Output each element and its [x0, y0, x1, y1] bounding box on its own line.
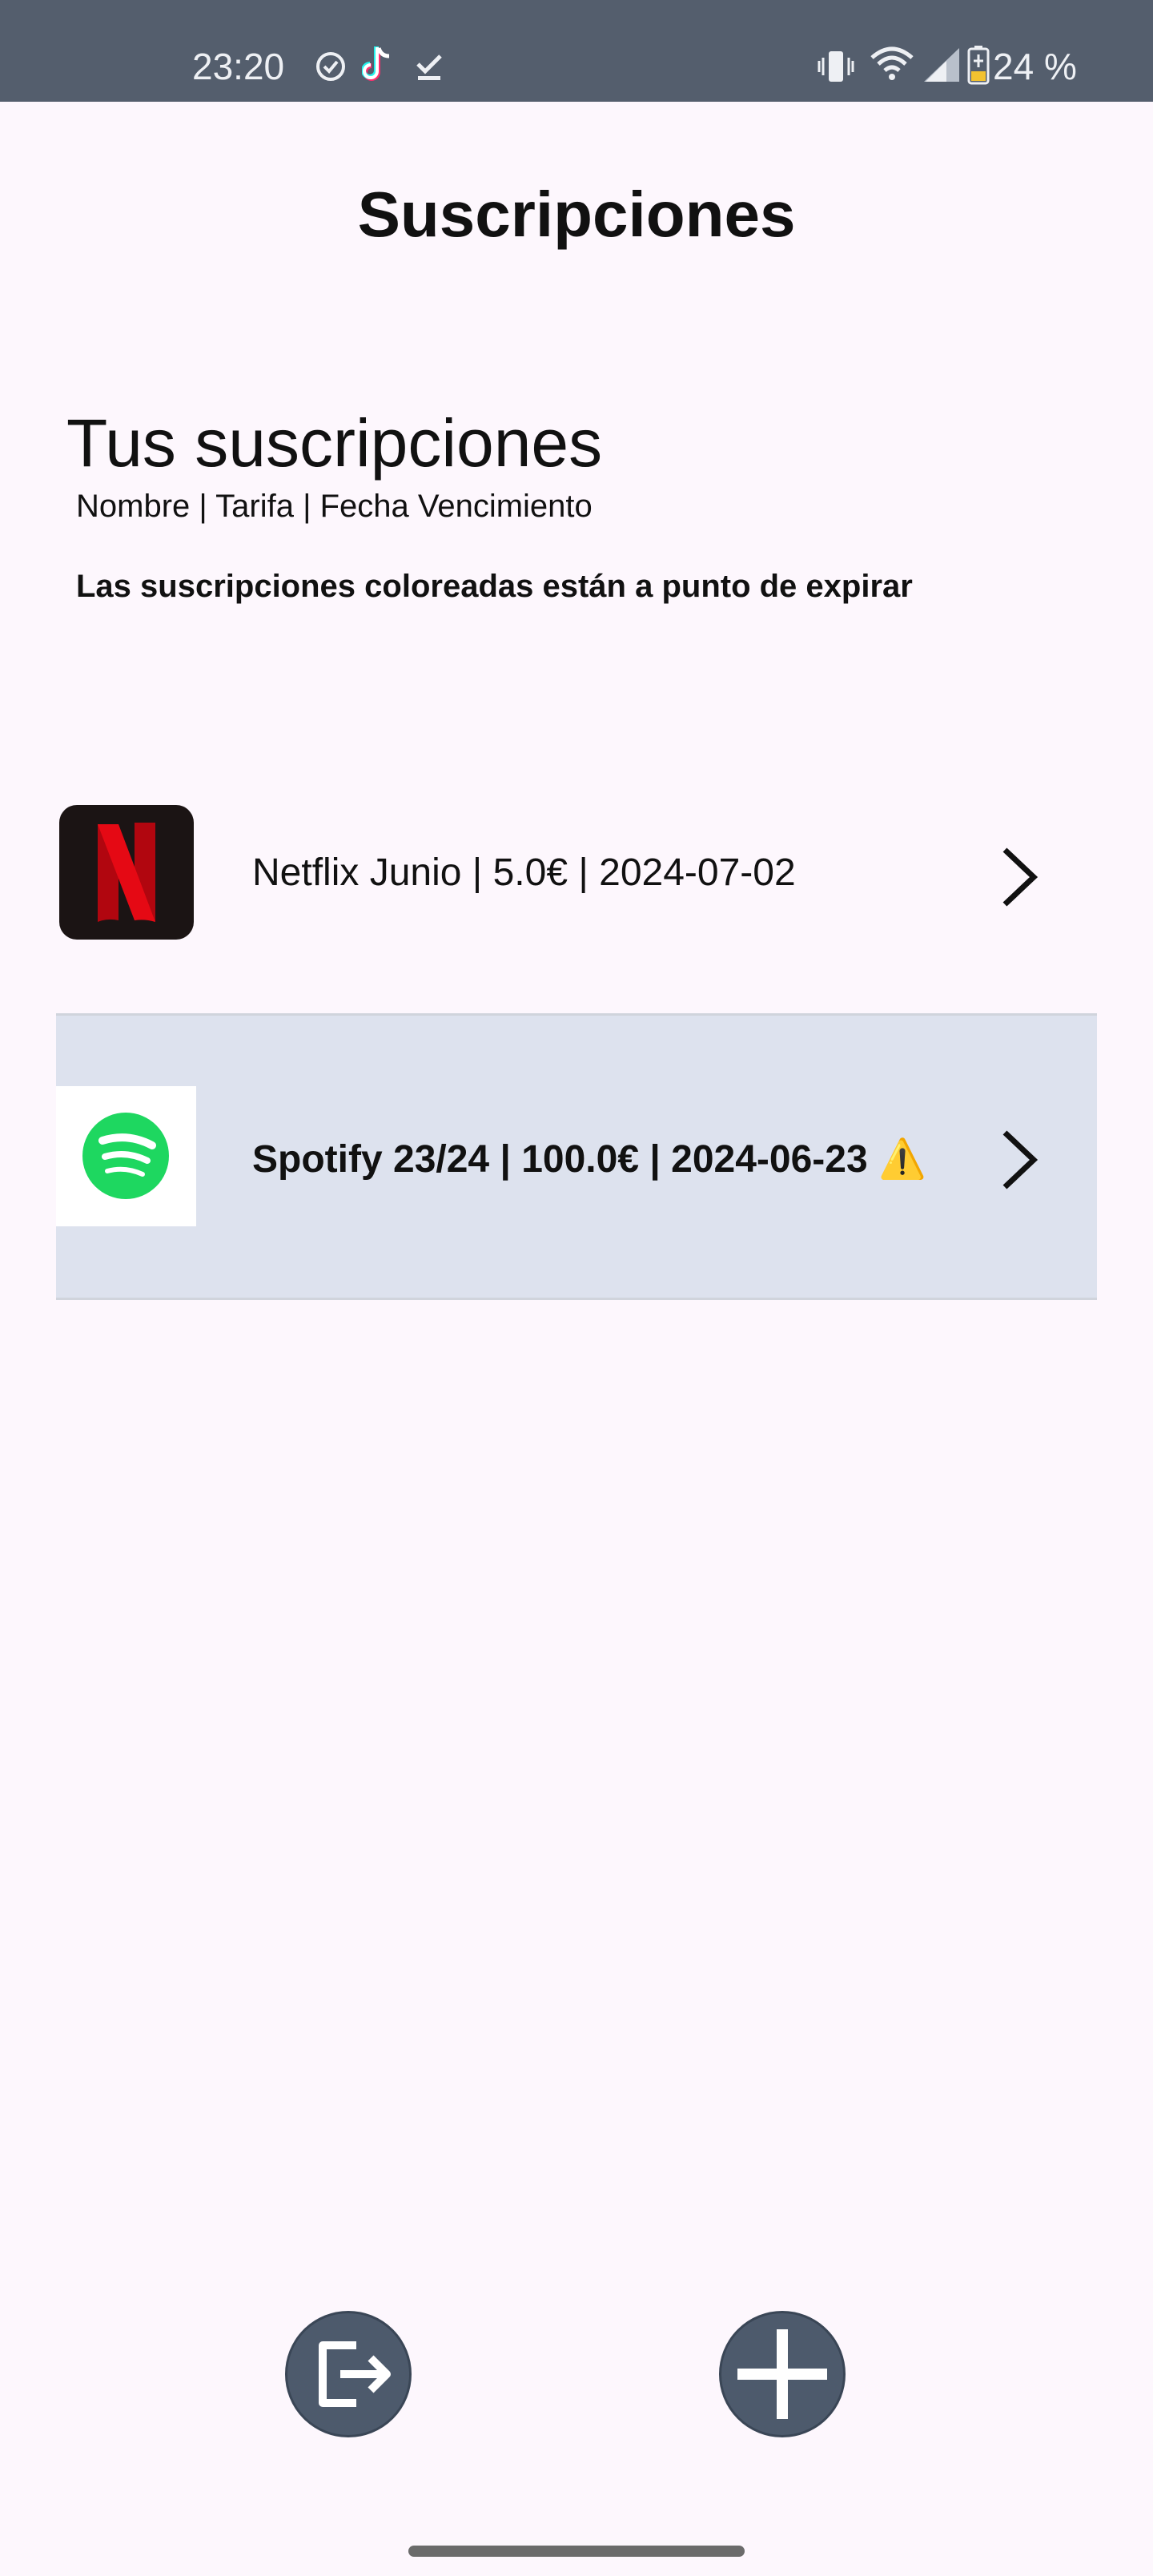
logout-button[interactable] — [285, 2311, 412, 2437]
download-done-icon — [416, 54, 442, 80]
netflix-logo — [59, 805, 194, 940]
subscription-row-spotify[interactable]: Spotify 23/24 | 100.0€ | 2024-06-23 ⚠️ — [56, 1013, 1097, 1300]
task-check-icon — [316, 52, 345, 81]
chevron-right-icon[interactable] — [997, 845, 1045, 909]
vibrate-icon — [818, 51, 854, 82]
signal-icon — [924, 48, 959, 82]
add-subscription-button[interactable] — [719, 2311, 846, 2437]
status-bar: 23:20 24 % — [0, 0, 1153, 102]
wifi-icon — [870, 46, 914, 80]
warning-icon: ⚠️ — [878, 1138, 926, 1181]
subscription-label: Netflix Junio | 5.0€ | 2024-07-02 — [252, 851, 796, 894]
status-time: 23:20 — [192, 46, 285, 87]
section-title: Tus suscripciones — [66, 405, 603, 481]
logout-icon — [319, 2341, 391, 2407]
column-legend: Nombre | Tarifa | Fecha Vencimiento — [76, 489, 593, 524]
plus-icon — [737, 2329, 827, 2419]
battery-percentage: 24 % — [993, 46, 1077, 87]
subscription-row-netflix[interactable]: Netflix Junio | 5.0€ | 2024-07-02 — [56, 769, 1097, 941]
battery-icon — [967, 46, 990, 85]
tiktok-icon — [362, 46, 390, 81]
subscription-label: Spotify 23/24 | 100.0€ | 2024-06-23 — [252, 1138, 868, 1181]
chevron-right-icon[interactable] — [997, 1128, 1045, 1192]
spotify-logo — [56, 1086, 196, 1226]
expiry-note: Las suscripciones coloreadas están a pun… — [76, 569, 913, 604]
home-indicator[interactable] — [408, 2546, 745, 2557]
page-title: Suscripciones — [357, 179, 796, 250]
